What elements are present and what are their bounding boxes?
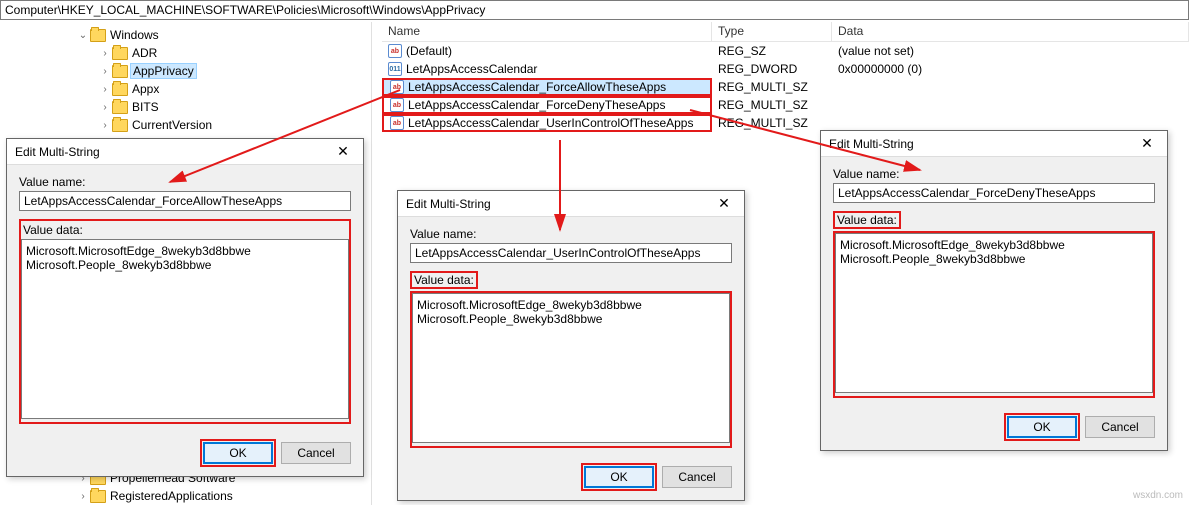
- reg-value-icon: 011: [388, 62, 402, 76]
- expand-toggle-icon[interactable]: ›: [100, 102, 110, 113]
- close-icon[interactable]: ✕: [704, 191, 744, 217]
- value-name-label: Value name:: [833, 167, 1155, 181]
- tree-item-bits[interactable]: › BITS: [0, 98, 371, 116]
- tree-label: Appx: [130, 82, 161, 96]
- reg-value-icon: ab: [390, 116, 404, 130]
- folder-icon: [90, 29, 106, 42]
- value-name-input[interactable]: [833, 183, 1155, 203]
- value-type: REG_SZ: [712, 44, 832, 58]
- value-data-label: Value data:: [833, 211, 901, 229]
- value-name: LetAppsAccessCalendar_ForceAllowTheseApp…: [408, 80, 666, 94]
- col-type[interactable]: Type: [712, 22, 832, 41]
- folder-icon: [112, 83, 128, 96]
- edit-multistring-dialog-3: Edit Multi-String ✕ Value name: Value da…: [820, 130, 1168, 451]
- expand-toggle-icon[interactable]: ›: [100, 66, 110, 77]
- value-row[interactable]: ab (Default) REG_SZ(value not set): [382, 42, 1189, 60]
- col-data[interactable]: Data: [832, 22, 1189, 41]
- value-name-label: Value name:: [19, 175, 351, 189]
- value-list[interactable]: ab (Default) REG_SZ(value not set) 011 LetAp…: [382, 42, 1189, 132]
- value-data-label: Value data:: [21, 221, 349, 237]
- folder-icon: [112, 119, 128, 132]
- value-data-textarea[interactable]: [21, 239, 349, 419]
- ok-button[interactable]: OK: [584, 466, 654, 488]
- cancel-button[interactable]: Cancel: [1085, 416, 1155, 438]
- dialog-title: Edit Multi-String: [406, 197, 491, 211]
- value-name-input[interactable]: [19, 191, 351, 211]
- close-icon[interactable]: ✕: [323, 139, 363, 165]
- reg-value-icon: ab: [390, 80, 404, 94]
- value-type: REG_MULTI_SZ: [712, 116, 832, 130]
- ok-button[interactable]: OK: [1007, 416, 1077, 438]
- cancel-button[interactable]: Cancel: [662, 466, 732, 488]
- value-name-input[interactable]: [410, 243, 732, 263]
- dialog-title: Edit Multi-String: [15, 145, 100, 159]
- tree-item-registeredapplications[interactable]: › RegisteredApplications: [0, 487, 371, 505]
- folder-icon: [112, 101, 128, 114]
- edit-multistring-dialog-2: Edit Multi-String ✕ Value name: Value da…: [397, 190, 745, 501]
- tree-label: AppPrivacy: [130, 63, 197, 79]
- value-name-label: Value name:: [410, 227, 732, 241]
- value-data-textarea[interactable]: [835, 233, 1153, 393]
- value-name: LetAppsAccessCalendar_ForceDenyTheseApps: [408, 98, 665, 112]
- list-header: Name Type Data: [382, 22, 1189, 42]
- ok-button[interactable]: OK: [203, 442, 273, 464]
- expand-toggle-icon[interactable]: ›: [100, 120, 110, 131]
- tree-item-appprivacy[interactable]: › AppPrivacy: [0, 62, 371, 80]
- value-row[interactable]: 011 LetAppsAccessCalendar REG_DWORD0x00000…: [382, 60, 1189, 78]
- tree-item-currentversion[interactable]: › CurrentVersion: [0, 116, 371, 134]
- col-name[interactable]: Name: [382, 22, 712, 41]
- tree-item-appx[interactable]: › Appx: [0, 80, 371, 98]
- dialog-title: Edit Multi-String: [829, 137, 914, 151]
- value-row[interactable]: ab LetAppsAccessCalendar_ForceAllowTheseA…: [382, 78, 1189, 96]
- address-bar[interactable]: Computer\HKEY_LOCAL_MACHINE\SOFTWARE\Pol…: [0, 0, 1189, 20]
- value-type: REG_DWORD: [712, 62, 832, 76]
- folder-icon: [112, 65, 128, 78]
- tree-label: ADR: [130, 46, 159, 60]
- close-icon[interactable]: ✕: [1127, 131, 1167, 157]
- expand-toggle-icon[interactable]: ›: [100, 48, 110, 59]
- reg-value-icon: ab: [388, 44, 402, 58]
- value-row[interactable]: ab LetAppsAccessCalendar_ForceDenyTheseAp…: [382, 96, 1189, 114]
- reg-value-icon: ab: [390, 98, 404, 112]
- watermark: wsxdn.com: [1133, 490, 1183, 501]
- edit-multistring-dialog-1: Edit Multi-String ✕ Value name: Value da…: [6, 138, 364, 477]
- value-data-textarea[interactable]: [412, 293, 730, 443]
- folder-icon: [112, 47, 128, 60]
- tree-label: CurrentVersion: [130, 118, 214, 132]
- value-type: REG_MULTI_SZ: [712, 98, 832, 112]
- tree-label: BITS: [130, 100, 161, 114]
- dialog-titlebar[interactable]: Edit Multi-String ✕: [398, 191, 744, 217]
- value-data: (value not set): [832, 44, 1189, 58]
- value-name: LetAppsAccessCalendar: [406, 62, 537, 76]
- cancel-button[interactable]: Cancel: [281, 442, 351, 464]
- expand-toggle-icon[interactable]: ›: [100, 84, 110, 95]
- folder-icon: [90, 490, 106, 503]
- dialog-titlebar[interactable]: Edit Multi-String ✕: [821, 131, 1167, 157]
- value-type: REG_MULTI_SZ: [712, 80, 832, 94]
- tree-item-windows[interactable]: ⌄ Windows: [0, 26, 371, 44]
- tree-label: Windows: [108, 28, 161, 42]
- expand-toggle-icon[interactable]: ›: [78, 491, 88, 502]
- value-data: 0x00000000 (0): [832, 62, 1189, 76]
- value-data-label: Value data:: [410, 271, 478, 289]
- value-name: (Default): [406, 44, 452, 58]
- dialog-titlebar[interactable]: Edit Multi-String ✕: [7, 139, 363, 165]
- tree-item-adr[interactable]: › ADR: [0, 44, 371, 62]
- tree-label: RegisteredApplications: [108, 489, 235, 503]
- value-name: LetAppsAccessCalendar_UserInControlOfThe…: [408, 116, 693, 130]
- expand-toggle-icon[interactable]: ⌄: [78, 30, 88, 41]
